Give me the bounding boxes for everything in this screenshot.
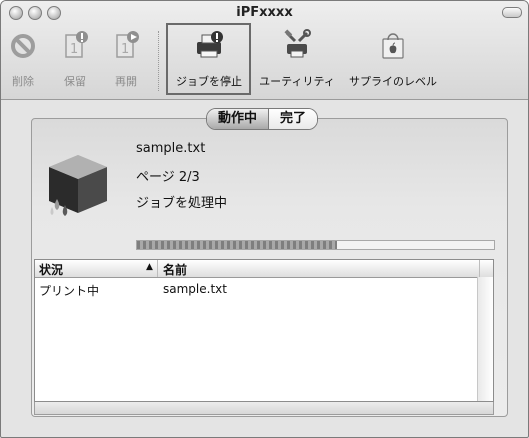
job-list-table: 状況 ▲ 名前 プリント中 sample.txt [34, 259, 494, 402]
table-footer-bar [34, 402, 494, 415]
job-status-text: ジョブを処理中 [136, 196, 228, 211]
hold-job-icon: 1 [65, 31, 88, 58]
resume-button[interactable]: 1 再開 [108, 27, 144, 91]
delete-button[interactable]: 削除 [5, 27, 41, 91]
column-header-status[interactable]: 状況 [39, 261, 63, 278]
resume-label: 再開 [115, 75, 137, 88]
stop-jobs-label: ジョブを停止 [176, 75, 242, 88]
job-progress-fill [137, 241, 337, 249]
svg-text:1: 1 [121, 42, 129, 57]
sort-ascending-icon: ▲ [146, 262, 153, 272]
resume-job-icon: 1 [116, 31, 139, 58]
hold-label: 保留 [64, 75, 86, 88]
supply-levels-label: サプライのレベル [349, 75, 437, 88]
printer-queue-window: iPFxxxx 削除 1 保留 1 再開 ジョブを停止 ユーティリティ サプライ… [0, 0, 529, 438]
delete-label: 削除 [12, 75, 34, 88]
column-header-name[interactable]: 名前 [163, 261, 187, 278]
window-title: iPFxxxx [236, 5, 293, 20]
job-file-name: sample.txt [136, 141, 206, 156]
table-row[interactable]: プリント中 sample.txt [35, 281, 493, 298]
job-state-tabs: 動作中 完了 [206, 108, 319, 130]
printer-device-icon [49, 155, 107, 216]
printer-stop-icon [197, 31, 223, 58]
tab-completed-jobs[interactable]: 完了 [269, 109, 318, 129]
vertical-scrollbar[interactable] [477, 277, 493, 401]
supply-bag-icon [382, 33, 404, 59]
row-status-cell: プリント中 [39, 284, 100, 298]
utility-label: ユーティリティ [259, 75, 335, 88]
supply-levels-button[interactable]: サプライのレベル [339, 27, 447, 91]
svg-text:1: 1 [70, 42, 78, 57]
toolbar-toggle-button[interactable] [502, 7, 522, 18]
stop-jobs-button[interactable]: ジョブを停止 [168, 27, 250, 91]
title-bar[interactable]: iPFxxxx [1, 1, 528, 25]
job-page-info: ページ 2/3 [136, 170, 200, 185]
table-header: 状況 ▲ 名前 [35, 260, 493, 278]
printer-utility-icon [284, 29, 311, 58]
delete-icon [11, 34, 35, 58]
column-divider[interactable] [157, 260, 158, 277]
job-progress-bar [136, 240, 495, 250]
toolbar-separator [158, 31, 159, 91]
utility-button[interactable]: ユーティリティ [257, 27, 337, 91]
hold-button[interactable]: 1 保留 [57, 27, 93, 91]
column-divider[interactable] [479, 260, 480, 277]
row-name-cell: sample.txt [163, 282, 227, 296]
tab-active-jobs[interactable]: 動作中 [207, 109, 270, 129]
toolbar: iPFxxxx 削除 1 保留 1 再開 ジョブを停止 ユーティリティ サプライ… [1, 1, 528, 100]
